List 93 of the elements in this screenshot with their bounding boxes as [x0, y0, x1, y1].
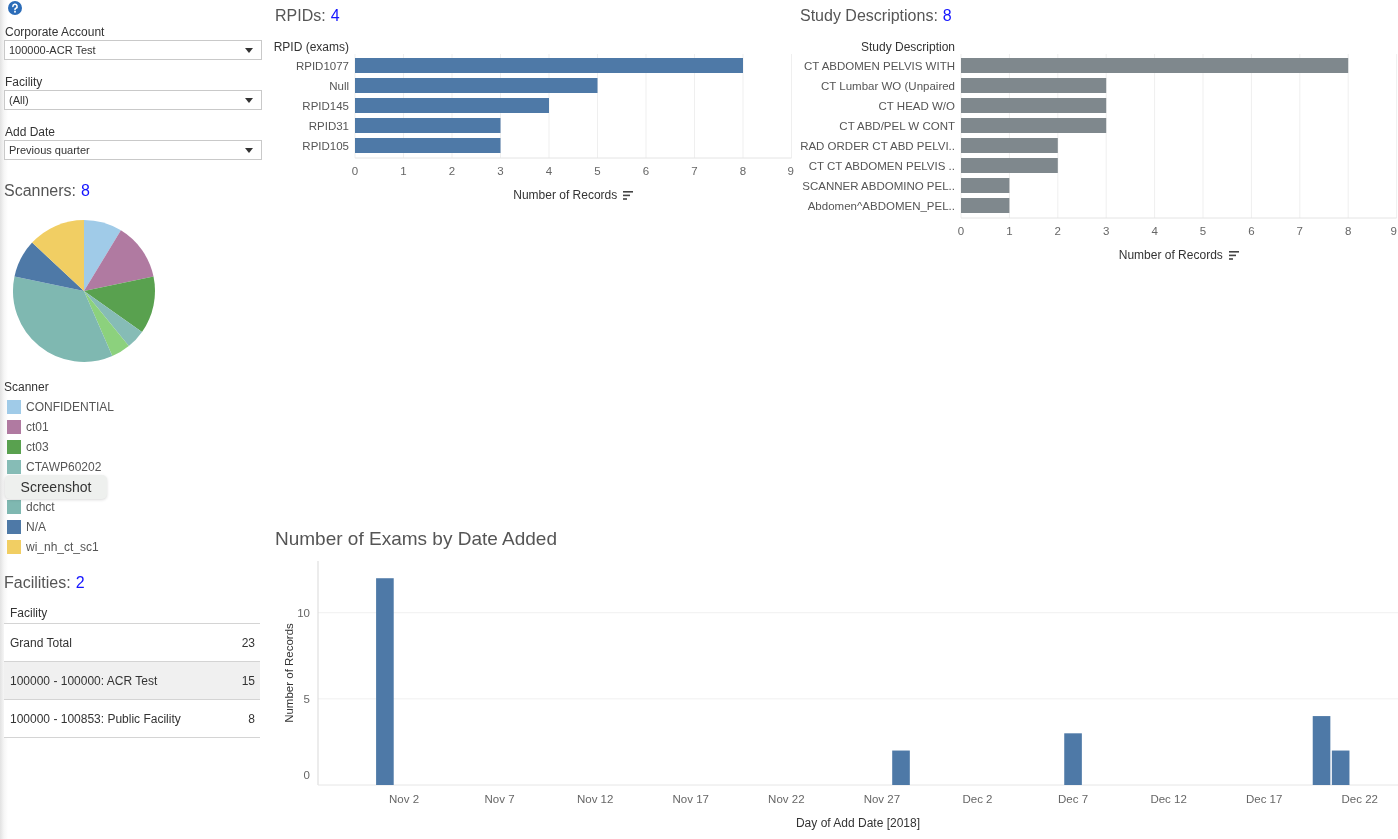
filter-label: Facility [4, 74, 44, 90]
category-label: CT ABD/PEL W CONT [839, 119, 955, 132]
tick-label: 0 [957, 225, 965, 237]
caret-down-icon [245, 47, 253, 53]
tick-label: 2 [1054, 225, 1061, 237]
bar [961, 198, 1010, 213]
axis-title: Study Description [860, 40, 955, 54]
category-label: RPID1077 [295, 59, 349, 72]
section-title: Study Descriptions: [800, 6, 938, 26]
axis-title: RPID (exams) [273, 40, 349, 54]
tick-label: 10 [297, 606, 310, 619]
category-label: Abdomen^ABDOMEN_PEL.. [807, 199, 955, 212]
axis-title: Number of Records [283, 623, 296, 723]
bar [1064, 733, 1082, 785]
tick-label: 9 [787, 165, 794, 177]
count-value: 8 [942, 6, 952, 26]
section-title: RPIDs: [275, 6, 326, 26]
tick-label: 3 [497, 165, 504, 177]
tick-label: 5 [1199, 225, 1207, 237]
axis-title: Day of Add Date [2018] [795, 816, 921, 830]
facility-name: 100000 - 100853: Public Facility [10, 711, 181, 726]
legend-label: wi_nh_ct_sc1 [26, 539, 99, 555]
sort-icon[interactable] [623, 190, 634, 200]
category-label: RAD ORDER CT ABD PELVI.. [800, 139, 955, 152]
tick-label: 5 [594, 165, 601, 177]
legend-title: Scanner [4, 379, 49, 395]
count-value: 4 [330, 6, 340, 26]
record-count: 8 [248, 711, 255, 726]
tick-label: 0 [351, 165, 359, 177]
bar [892, 750, 910, 785]
tick-label: 8 [739, 165, 747, 177]
record-count: 15 [241, 673, 255, 688]
help-icon[interactable] [8, 1, 22, 15]
count-value: 8 [81, 181, 90, 201]
caret-down-icon [245, 97, 253, 103]
filter-label: Add Date [4, 124, 57, 140]
legend-label: dchct [26, 499, 55, 515]
tick-label: 4 [545, 165, 553, 177]
record-count: 23 [241, 635, 255, 650]
legend-label: N/A [26, 519, 46, 535]
tick-label: 7 [1296, 225, 1303, 237]
tick-label: 5 [303, 692, 310, 705]
category-label: CT Lumbar WO (Unpaired [821, 79, 955, 92]
tick-label: Dec 2 [962, 793, 993, 805]
tooltip: Screenshot [5, 475, 107, 499]
category-label: CT HEAD W/O [878, 99, 955, 112]
filter-label: Corporate Account [4, 24, 106, 40]
tick-label: Dec 7 [1058, 793, 1089, 805]
tick-label: Dec 12 [1150, 793, 1187, 805]
category-label: CT CT ABDOMEN PELVIS .. [808, 159, 955, 172]
tick-label: 0 [303, 769, 310, 781]
tick-label: Nov 22 [768, 793, 805, 805]
legend-label: ct03 [26, 439, 49, 455]
tick-label: 2 [448, 165, 456, 177]
tick-label: 1 [400, 165, 407, 177]
tick-label: 6 [642, 165, 650, 177]
legend-label: CONFIDENTIAL [26, 399, 114, 415]
tick-label: Dec 22 [1341, 793, 1378, 805]
tick-label: Nov 7 [484, 793, 515, 805]
facility-name: 100000 - 100000: ACR Test [10, 673, 158, 688]
category-label: RPID105 [302, 139, 349, 152]
sort-icon[interactable] [1228, 250, 1239, 260]
tick-label: 9 [1390, 225, 1397, 237]
category-label: Null [329, 79, 349, 92]
tick-label: 3 [1103, 225, 1110, 237]
category-label: CT ABDOMEN PELVIS WITH [803, 59, 955, 72]
category-label: RPID31 [308, 119, 349, 132]
facility-name: Grand Total [10, 635, 72, 650]
tick-label: Nov 17 [672, 793, 709, 805]
tick-label: 7 [691, 165, 698, 177]
count-value: 2 [75, 573, 85, 593]
caret-down-icon [245, 147, 253, 153]
tick-label: 8 [1345, 225, 1352, 237]
axis-title: Number of Records [513, 188, 618, 202]
bar [961, 178, 1010, 193]
tick-label: 4 [1151, 225, 1158, 237]
dropdown[interactable]: 100000-ACR Test [4, 40, 262, 60]
tick-label: 1 [1006, 225, 1013, 237]
category-label: SCANNER ABDOMINO PEL.. [802, 179, 955, 192]
tick-label: Nov 2 [389, 793, 420, 805]
category-label: RPID145 [302, 99, 349, 112]
tick-label: Nov 12 [576, 793, 614, 805]
chart-title: Number of Exams by Date Added [274, 527, 557, 551]
legend-label: ct01 [26, 419, 49, 435]
tick-label: Dec 17 [1246, 793, 1283, 805]
tick-label: Nov 27 [863, 793, 901, 805]
section-title: Scanners: [4, 181, 77, 201]
dropdown[interactable]: (All) [4, 90, 262, 110]
axis-title: Number of Records [1118, 248, 1223, 262]
section-title: Facilities: [4, 573, 71, 593]
tick-label: 6 [1248, 225, 1255, 237]
dropdown[interactable]: Previous quarter [4, 140, 262, 160]
legend-label: CTAWP60202 [26, 459, 102, 475]
